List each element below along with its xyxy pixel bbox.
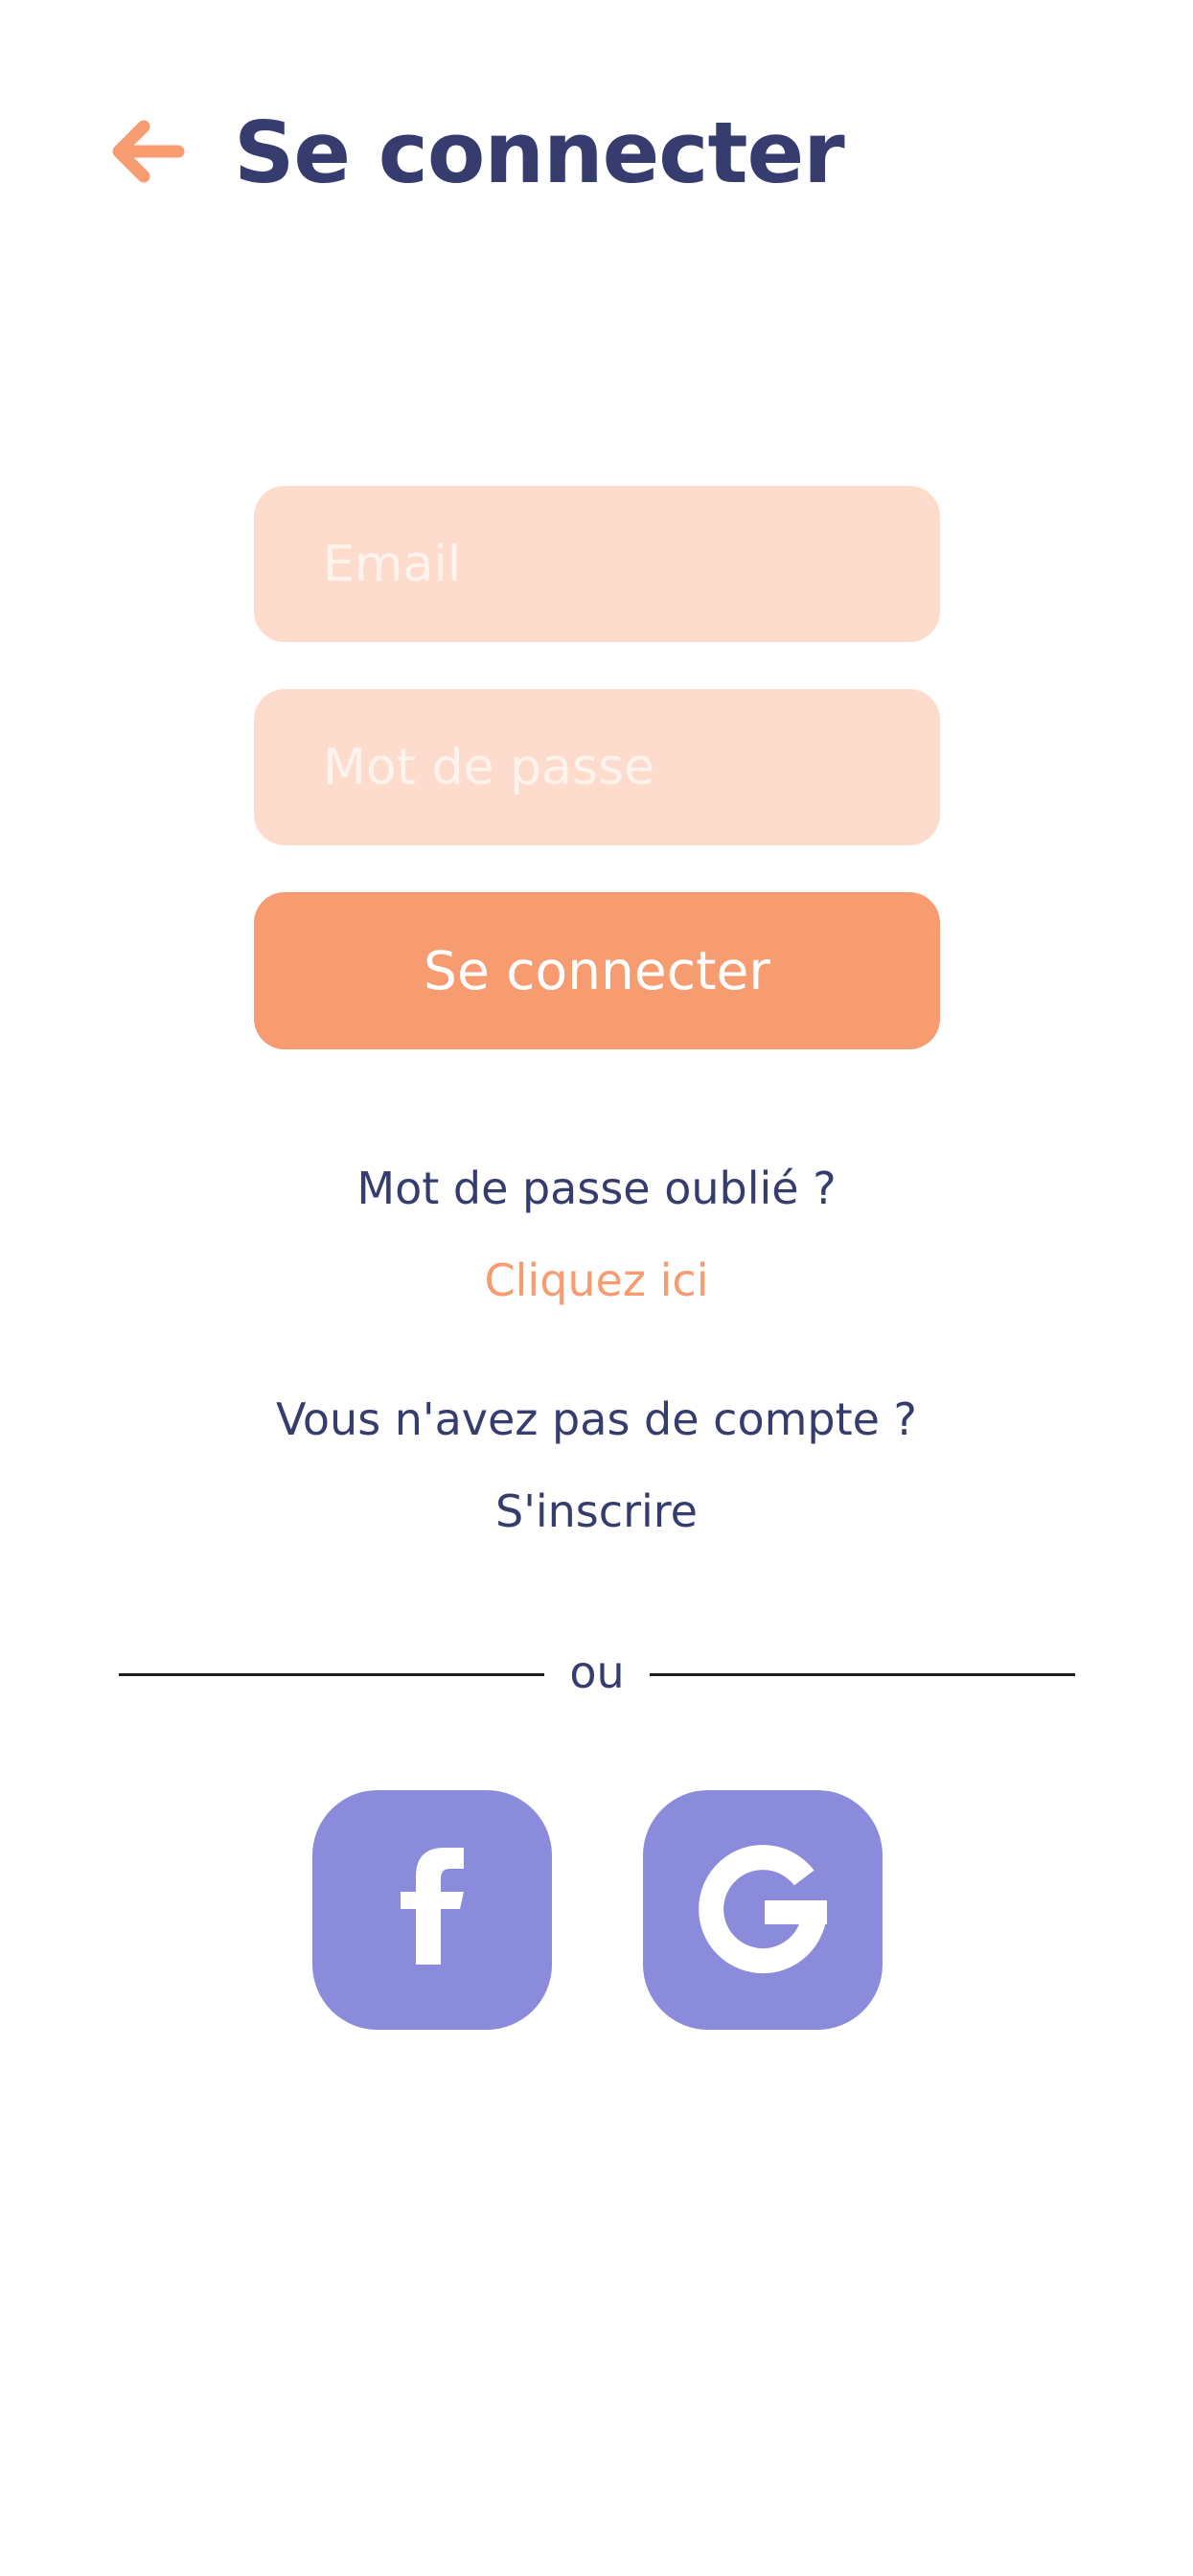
email-field[interactable] — [254, 486, 940, 642]
page-title: Se connecter — [234, 104, 845, 202]
google-icon — [699, 1845, 827, 1974]
password-field[interactable] — [254, 689, 940, 845]
arrow-left-icon — [112, 120, 185, 183]
google-login-button[interactable] — [643, 1790, 883, 2030]
forgot-password-text: Mot de passe oublié ? — [356, 1162, 837, 1214]
divider-line-right — [650, 1673, 1075, 1676]
facebook-icon — [401, 1848, 464, 1965]
forgot-password-link[interactable]: Cliquez ici — [0, 1247, 1193, 1314]
signup-link[interactable]: S'inscrire — [0, 1478, 1193, 1545]
login-button[interactable]: Se connecter — [254, 892, 940, 1049]
no-account-text: Vous n'avez pas de compte ? — [276, 1393, 917, 1445]
back-button[interactable] — [107, 113, 195, 190]
facebook-login-button[interactable] — [312, 1790, 552, 2030]
divider-label: ou — [569, 1646, 625, 1698]
divider-line-left — [119, 1673, 544, 1676]
